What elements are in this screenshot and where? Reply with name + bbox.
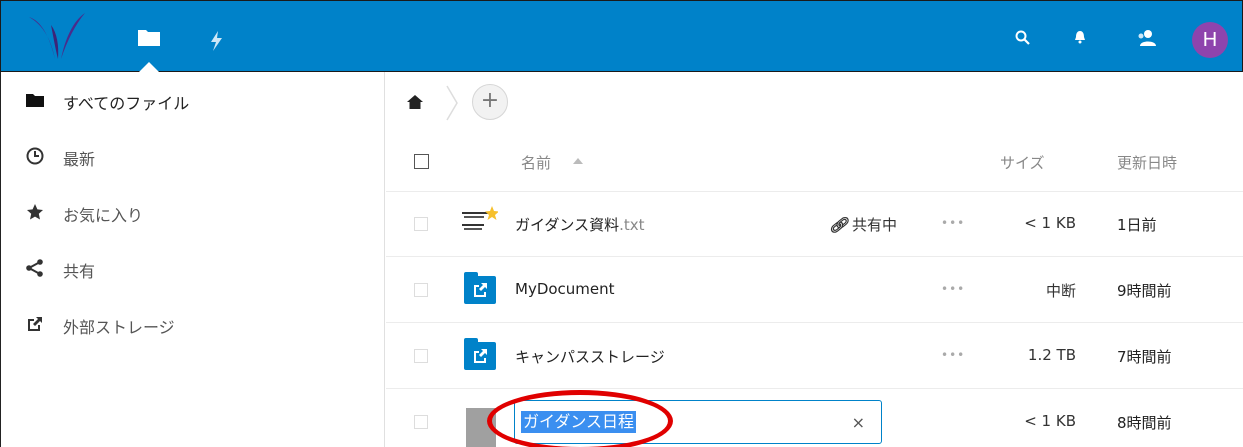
table-row[interactable]: ガイダンス資料.txt 🔗︎ 共有中 ••• < 1 KB 1日前	[386, 192, 1243, 257]
sidebar: すべてのファイル 最新 お気に入り 共有 外部ストレージ	[0, 72, 385, 447]
folder-icon	[26, 94, 44, 107]
external-link-icon	[28, 317, 42, 331]
file-name[interactable]: ガイダンス資料.txt	[515, 214, 645, 235]
external-folder-icon	[464, 272, 496, 304]
table-row[interactable]: MyDocument ••• 中断 9時間前	[386, 258, 1243, 323]
rename-selected-text[interactable]: ガイダンス日程	[521, 411, 637, 433]
file-table-header: 名前 サイズ 更新日時	[386, 132, 1243, 192]
clear-icon[interactable]: ×	[852, 413, 865, 432]
row-checkbox[interactable]	[414, 283, 428, 297]
rename-input[interactable]: ガイダンス日程 ×	[514, 400, 882, 444]
file-size: < 1 KB	[1024, 412, 1076, 430]
link-icon: 🔗︎	[829, 216, 849, 234]
sidebar-item-label: 共有	[63, 262, 96, 281]
breadcrumb-separator	[446, 85, 458, 121]
folder-icon	[138, 30, 160, 46]
table-row[interactable]: キャンパスストレージ ••• 1.2 TB 7時間前	[386, 324, 1243, 389]
nextcloud-logo[interactable]	[27, 11, 97, 63]
file-size: < 1 KB	[1024, 214, 1076, 232]
user-avatar[interactable]: H	[1192, 22, 1228, 58]
row-checkbox[interactable]	[414, 415, 428, 429]
sidebar-item-label: 最新	[63, 150, 96, 169]
sort-ascending-icon	[573, 158, 583, 164]
home-icon[interactable]	[406, 94, 424, 110]
sidebar-item-favorites[interactable]: お気に入り	[1, 186, 385, 242]
sidebar-item-external-storage[interactable]: 外部ストレージ	[1, 298, 385, 354]
contacts-icon[interactable]	[1137, 29, 1159, 47]
file-size: 中断	[1045, 282, 1076, 300]
select-all-checkbox[interactable]	[414, 154, 429, 169]
shared-status[interactable]: 🔗︎ 共有中	[829, 214, 897, 235]
share-icon	[26, 259, 43, 277]
search-icon[interactable]	[1014, 29, 1032, 47]
table-row[interactable]: ガイダンス日程 × < 1 KB 8時間前	[386, 390, 1243, 447]
bell-icon[interactable]	[1073, 29, 1087, 45]
more-actions-button[interactable]: •••	[941, 282, 965, 296]
sidebar-item-label: 外部ストレージ	[63, 318, 175, 337]
star-icon	[27, 204, 43, 220]
file-name[interactable]: キャンパスストレージ	[515, 346, 665, 367]
row-checkbox[interactable]	[414, 349, 428, 363]
file-extension: .txt	[619, 216, 645, 234]
file-modified: 8時間前	[1117, 414, 1172, 432]
external-folder-icon	[464, 338, 496, 370]
sort-by-name[interactable]: 名前	[521, 152, 551, 173]
sidebar-item-recent[interactable]: 最新	[1, 130, 385, 186]
file-modified: 7時間前	[1117, 348, 1172, 366]
add-new-button[interactable]: +	[472, 84, 508, 120]
file-modified: 9時間前	[1117, 282, 1172, 300]
more-actions-button[interactable]: •••	[941, 216, 965, 230]
sidebar-item-label: お気に入り	[63, 206, 144, 225]
top-header: H	[0, 0, 1243, 72]
file-size: 1.2 TB	[1027, 346, 1076, 364]
sort-by-modified[interactable]: 更新日時	[1117, 152, 1177, 173]
more-actions-button[interactable]: •••	[941, 348, 965, 362]
sidebar-item-shared[interactable]: 共有	[1, 242, 385, 298]
file-icon	[466, 408, 496, 447]
file-name[interactable]: MyDocument	[515, 280, 615, 298]
sort-by-size[interactable]: サイズ	[1000, 152, 1045, 173]
file-modified: 1日前	[1117, 216, 1157, 234]
clock-icon	[26, 147, 44, 165]
sidebar-item-all-files[interactable]: すべてのファイル	[1, 74, 385, 130]
text-file-thumbnail-icon	[462, 206, 498, 230]
shared-label: 共有中	[852, 216, 898, 234]
lightning-icon	[211, 31, 222, 51]
active-nav-indicator	[139, 62, 159, 72]
row-checkbox[interactable]	[414, 217, 428, 231]
file-list-area: + 名前 サイズ 更新日時 ガイダンス資料.txt 🔗︎ 共有中 ••• < 1 …	[386, 72, 1243, 447]
file-basename: ガイダンス資料	[515, 216, 620, 234]
sidebar-item-label: すべてのファイル	[63, 94, 190, 113]
nav-activity[interactable]	[201, 27, 231, 53]
